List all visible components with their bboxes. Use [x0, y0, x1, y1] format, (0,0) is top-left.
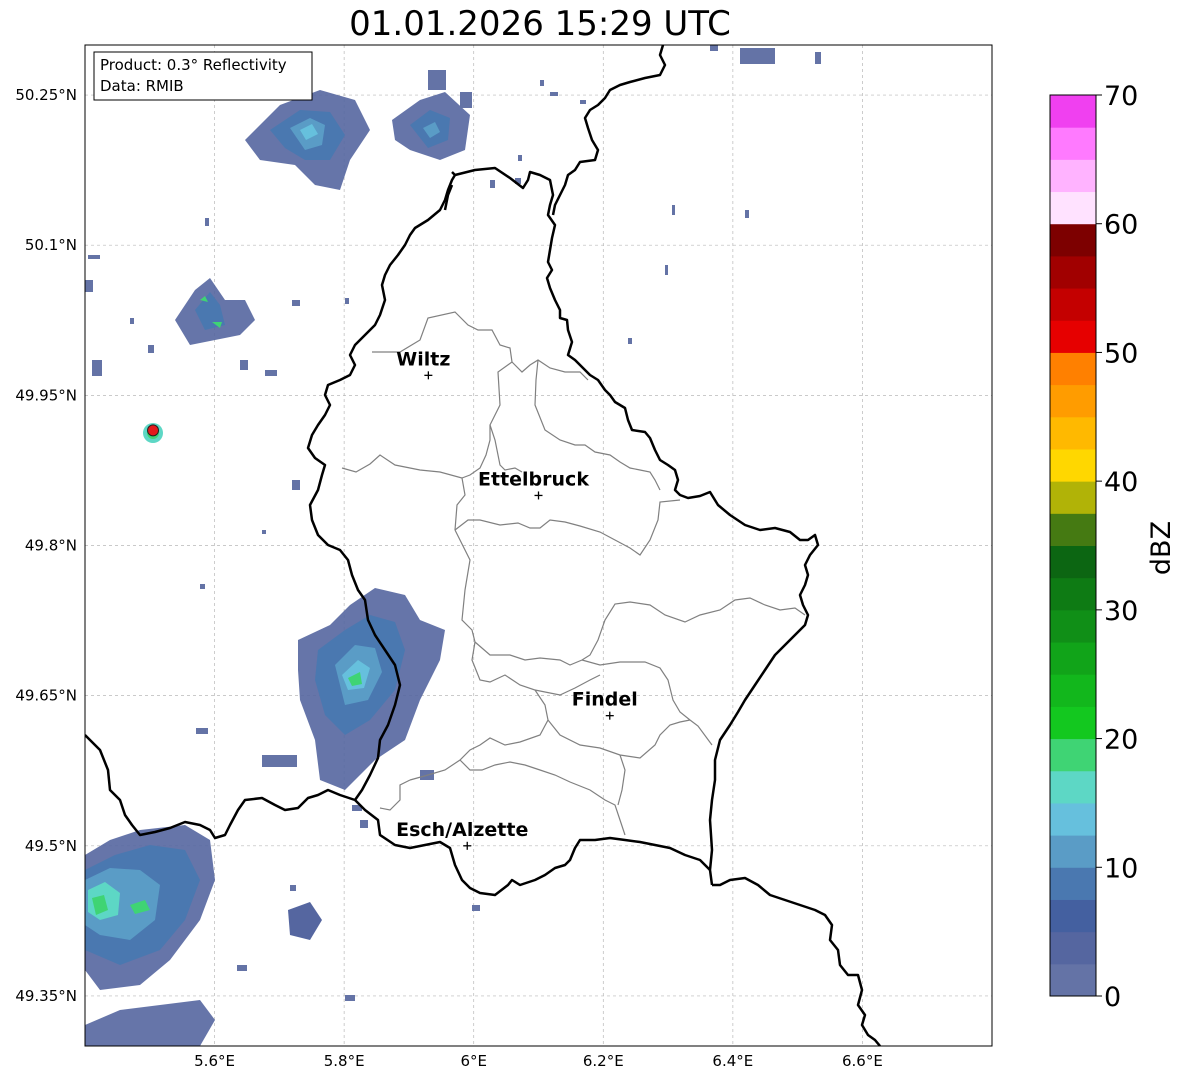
- colorbar-block: [1050, 320, 1096, 353]
- colorbar-tick-label: 60: [1104, 210, 1138, 241]
- colorbar-block: [1050, 481, 1096, 514]
- colorbar-block: [1050, 609, 1096, 643]
- colorbar-block: [1050, 867, 1096, 900]
- colorbar-block: [1050, 931, 1096, 965]
- colorbar-block: [1050, 95, 1096, 128]
- colorbar-block: [1050, 288, 1096, 321]
- colorbar-block: [1050, 770, 1096, 804]
- colorbar-block: [1050, 513, 1096, 546]
- colorbar-block: [1050, 642, 1096, 675]
- colorbar-block: [1050, 674, 1096, 707]
- colorbar-block: [1050, 577, 1096, 611]
- colorbar-tick-label: 20: [1104, 725, 1138, 756]
- colorbar-block: [1050, 191, 1096, 225]
- colorbar-block: [1050, 448, 1096, 482]
- colorbar-block: [1050, 899, 1096, 933]
- colorbar-block: [1050, 835, 1096, 868]
- colorbar-tick-label: 0: [1104, 982, 1121, 1013]
- colorbar-block: [1050, 963, 1096, 997]
- colorbar-tick-label: 70: [1104, 81, 1138, 112]
- colorbar-block: [1050, 223, 1096, 257]
- colorbar: 0 10 20 30 40 50 60 70 dBZ: [1049, 81, 1177, 1013]
- colorbar-block: [1050, 738, 1096, 772]
- colorbar-block: [1050, 545, 1096, 579]
- colorbar-label: dBZ: [1146, 521, 1177, 575]
- colorbar-tick-label: 50: [1104, 338, 1138, 369]
- colorbar-block: [1050, 255, 1096, 289]
- colorbar-block: [1050, 352, 1096, 386]
- colorbar-block: [1050, 159, 1096, 193]
- colorbar-tick-label: 30: [1104, 596, 1138, 627]
- colorbar-block: [1050, 416, 1096, 450]
- colorbar-tick-label: 40: [1104, 467, 1138, 498]
- colorbar-block: [1050, 127, 1096, 160]
- colorbar-tick-label: 10: [1104, 853, 1138, 884]
- colorbar-scale: [1050, 95, 1096, 997]
- colorbar-ticks: 0 10 20 30 40 50 60 70: [1096, 81, 1138, 1013]
- colorbar-block: [1050, 384, 1096, 418]
- colorbar-block: [1050, 802, 1096, 836]
- colorbar-block: [1050, 706, 1096, 740]
